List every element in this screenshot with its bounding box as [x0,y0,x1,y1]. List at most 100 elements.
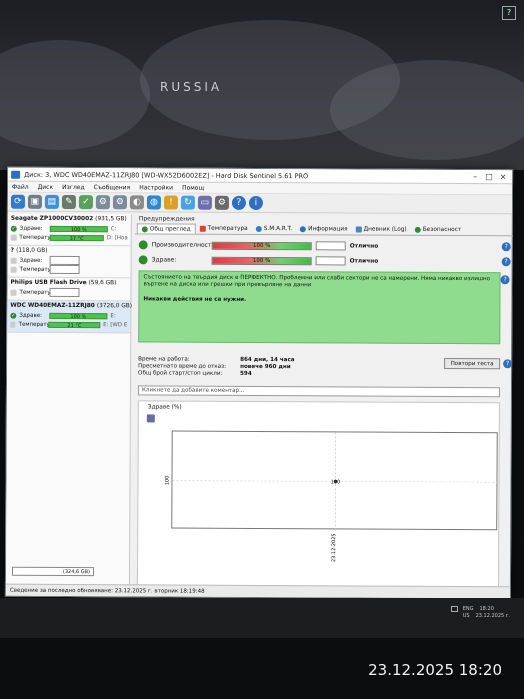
tab-bar: Общ преглед Температура S.M.A.R.T. Инфор… [134,223,513,237]
tab-information[interactable]: Информация [296,224,351,234]
window-controls: – □ × [468,170,510,184]
thermometer-icon [10,234,17,241]
tab-log[interactable]: Дневник (Log) [352,224,411,234]
disk-item-unknown[interactable]: ? (118,0 GB) Здраве: Температура: [7,245,131,279]
chart-plot-area: 100 100 23.12.2025 [164,430,499,562]
status-action-text: Никакви действия не са нужни. [143,296,247,303]
save-icon[interactable]: ▭ [197,195,212,210]
test-icon[interactable]: ✓ [78,195,93,210]
disk-item-philips[interactable]: Philips USB Flash Drive (59,6 GB) Темпер… [7,277,131,302]
menu-settings[interactable]: Настройки [139,182,173,192]
help-icon[interactable]: ? [501,257,511,267]
tray-row: ENG 18:20 [450,606,516,613]
help-icon[interactable]: ? [503,359,513,369]
health-bar: 100 % [49,225,108,233]
health-label: Здраве: [19,257,43,264]
disk-temp-row: Температура: 21 °C E: [WD E [10,320,127,330]
temp-box [49,287,80,298]
temp-label: Температура: [18,321,59,328]
shield-icon [414,226,421,233]
disk-list: Seagate ZP1000CV30002 (931,5 GB) ✓ Здрав… [5,213,132,585]
tab-security[interactable]: Безопасност [411,225,466,235]
x-tick-label: 23.12.2025 [331,533,337,562]
disk-icon[interactable]: ▣ [27,194,42,209]
tray-lang[interactable]: ENG [463,606,474,613]
network-icon[interactable] [450,606,458,612]
stat-key: Общ брой старт/стоп цикли: [138,370,223,377]
tab-overview[interactable]: Общ преглед [136,223,196,234]
volume-label: E: [WD E [103,321,128,328]
surface-icon[interactable]: ◐ [129,195,144,210]
disk-size: (118,0 GB) [16,247,48,254]
test3-icon[interactable]: ⚙ [112,195,127,210]
volume-label: D: [Hoa [106,234,128,241]
title-bar: Диск: 3, WDC WD40EMAZ-11ZRJ80 [WD-WX52D6… [8,167,513,185]
app-icon [11,170,21,179]
performance-bar: 100 % [211,241,312,250]
alert-icon[interactable]: ! [163,195,178,210]
tab-label: Безопасност [422,226,462,234]
performance-label: Производителност: [151,241,214,249]
help-icon[interactable]: ? [500,275,510,285]
menu-help[interactable]: Помощ [182,183,204,193]
repeat-test-button[interactable]: Повтори теста [444,357,501,370]
tools-icon[interactable]: ✎ [61,194,76,210]
test2-icon[interactable]: ⚙ [95,195,110,210]
temp-label: Температура: [19,289,60,296]
sync-icon[interactable]: ↻ [180,195,195,210]
tray-time[interactable]: 18:20 [480,606,494,613]
minimize-button[interactable]: – [468,170,482,184]
disk-item-seagate[interactable]: Seagate ZP1000CV30002 (931,5 GB) ✓ Здрав… [7,213,131,247]
menu-messages[interactable]: Съобщения [94,182,131,192]
menu-file[interactable]: Файл [12,182,29,192]
map-landmass [330,60,524,160]
menu-disk[interactable]: Диск [38,182,54,192]
help-icon[interactable]: ? [501,242,511,252]
menu-view[interactable]: Изглед [62,182,85,192]
temp-bar: 37 °C [49,234,104,242]
check-icon: ✓ [10,225,17,232]
maximize-button[interactable]: □ [482,170,496,184]
tray-layout[interactable]: US [463,613,470,620]
map-label: RUSSIA [160,80,223,94]
smart-icon [255,225,262,233]
disk-title: Seagate ZP1000CV30002 (931,5 GB) [11,216,128,223]
comment-input[interactable]: Кликнете да добавите коментар... [137,385,500,398]
thermometer-icon [10,321,16,328]
disk-name: Philips USB Flash Drive [10,279,87,287]
health-label: Здраве: [19,312,43,319]
taskbar [0,598,524,638]
tab-label: Общ преглед [149,225,191,233]
tray-date[interactable]: 23.12.2025 г. [476,613,510,620]
status-message-text: Състоянието на твърдия диск е ПЕРФЕКТНО.… [143,274,491,289]
temp-bar: 21 °C [48,321,101,329]
settings-icon[interactable]: ⚙ [214,195,229,210]
health-status-box [315,256,346,266]
disk-size: (59,6 GB) [88,280,117,287]
save-chart-icon[interactable] [146,414,155,423]
performance-status-box [315,241,346,251]
help-icon[interactable]: ? [231,195,246,210]
check-icon: ✓ [10,312,17,319]
health-bar: 100 % [211,256,312,265]
app-window: Диск: 3, WDC WD40EMAZ-11ZRJ80 [WD-WX52D6… [4,166,514,600]
globe-icon[interactable]: ◍ [146,195,161,210]
tab-temperature[interactable]: Температура [196,224,252,234]
check-icon [138,255,148,265]
toolbar: ⟳ ▣ ▤ ✎ ✓ ⚙ ⚙ ◐ ◍ ! ↻ ▭ ⚙ ? i [7,192,512,215]
disk-title: Philips USB Flash Drive (59,6 GB) [11,280,128,287]
health-label: Здраве: [151,256,177,264]
info-icon[interactable]: i [248,195,263,211]
health-box [49,255,80,266]
refresh-icon[interactable]: ⟳ [10,194,25,209]
data-label: 100 [331,479,341,485]
health-bar: 100 % [49,312,108,320]
report-icon[interactable]: ▤ [44,194,59,209]
close-button[interactable]: × [496,170,510,184]
details-panel: Предупреждения Общ преглед Температура S… [133,214,513,589]
disk-item-wdc[interactable]: WDC WD40EMAZ-11ZRJ80 (3726,0 GB) ✓ Здрав… [7,300,132,334]
check-icon [141,225,148,232]
health-row: Здраве: 100 % Отлично ? [135,252,513,269]
tab-smart[interactable]: S.M.A.R.T. [252,224,296,234]
performance-status: Отлично [349,242,379,250]
